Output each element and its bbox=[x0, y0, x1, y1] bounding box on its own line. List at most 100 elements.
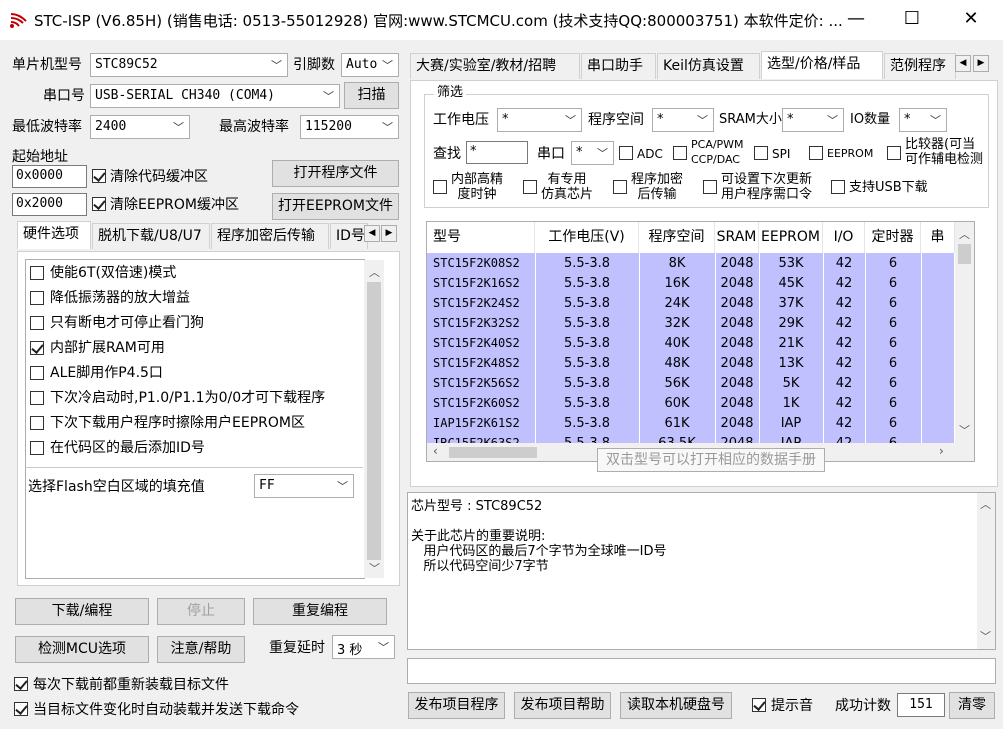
chevron-up-icon[interactable]: ︿ bbox=[977, 497, 994, 512]
open-eeprom-file-button[interactable]: 打开EEPROM文件 bbox=[272, 193, 399, 220]
sound-prompt-checkbox[interactable] bbox=[752, 698, 766, 712]
table-vscrollbar[interactable]: ︿ ﹀ bbox=[955, 222, 974, 443]
repeat-program-button[interactable]: 重复编程 bbox=[253, 598, 387, 625]
column-header[interactable]: I/O bbox=[823, 222, 865, 253]
table-row[interactable]: STC15F2K48S2 5.5-3.8 48K 2048 13K 42 6 bbox=[427, 353, 955, 373]
column-header[interactable]: 串 bbox=[921, 222, 955, 253]
eeprom-address-input[interactable]: 0x2000 bbox=[12, 193, 87, 216]
option-checkbox[interactable] bbox=[30, 366, 44, 380]
table-row[interactable]: STC15F2K60S2 5.5-3.8 60K 2048 1K 42 6 bbox=[427, 393, 955, 413]
max-baud-select[interactable]: 115200 ﹀ bbox=[300, 115, 399, 139]
min-baud-select[interactable]: 2400 ﹀ bbox=[90, 115, 190, 139]
tab-scroll-left-icon[interactable]: ◀ bbox=[955, 55, 971, 72]
auto-load-checkbox[interactable] bbox=[14, 702, 28, 716]
tab-scroll-right-icon[interactable]: ▶ bbox=[973, 55, 989, 72]
option-checkbox[interactable] bbox=[30, 316, 44, 330]
chevron-up-icon[interactable]: ︿ bbox=[956, 226, 973, 242]
check-mcu-options-button[interactable]: 检测MCU选项 bbox=[15, 636, 149, 663]
code-address-input[interactable]: 0x0000 bbox=[12, 165, 87, 188]
port-select[interactable]: USB-SERIAL CH340 (COM4) ﹀ bbox=[90, 84, 340, 108]
close-button[interactable]: ✕ bbox=[948, 0, 994, 40]
tab-competition[interactable]: 大赛/实验室/教材/招聘 bbox=[410, 53, 580, 79]
tab-id-number[interactable]: ID号 bbox=[330, 223, 368, 249]
tab-offline-download[interactable]: 脱机下载/U8/U7 bbox=[92, 223, 210, 249]
uart-filter-select[interactable]: * ﹀ bbox=[571, 141, 614, 165]
option-checkbox[interactable] bbox=[30, 391, 44, 405]
io-count-filter-select[interactable]: * ﹀ bbox=[899, 108, 947, 132]
scan-button[interactable]: 扫描 bbox=[344, 82, 399, 109]
chevron-down-icon[interactable]: ﹀ bbox=[956, 422, 973, 438]
table-row[interactable]: STC15F2K24S2 5.5-3.8 24K 2048 37K 42 6 bbox=[427, 293, 955, 313]
tab-keil-settings[interactable]: Keil仿真设置 bbox=[657, 53, 760, 79]
pca-pwm-checkbox[interactable] bbox=[673, 146, 687, 160]
precise-clock-checkbox[interactable] bbox=[433, 180, 447, 194]
column-header[interactable]: 工作电压(V) bbox=[535, 222, 639, 253]
comparator-checkbox[interactable] bbox=[887, 146, 901, 160]
chevron-down-icon[interactable]: ﹀ bbox=[366, 560, 383, 576]
download-program-button[interactable]: 下载/编程 bbox=[15, 598, 149, 625]
tab-examples[interactable]: 范例程序 bbox=[884, 53, 956, 79]
voltage-filter-select[interactable]: * ﹀ bbox=[497, 108, 582, 132]
table-row[interactable]: STC15F2K08S2 5.5-3.8 8K 2048 53K 42 6 bbox=[427, 253, 955, 273]
sram-filter-select[interactable]: * ﹀ bbox=[782, 108, 844, 132]
chevron-down-icon[interactable]: ﹀ bbox=[977, 629, 994, 644]
minimize-button[interactable]: — bbox=[833, 0, 879, 40]
eeprom-checkbox[interactable] bbox=[809, 146, 823, 160]
option-checkbox[interactable] bbox=[30, 441, 44, 455]
scrollbar-thumb[interactable] bbox=[449, 447, 537, 458]
option-checkbox[interactable] bbox=[30, 341, 44, 355]
reload-before-download-checkbox[interactable] bbox=[14, 677, 28, 691]
table-cell: 2048 bbox=[715, 273, 760, 293]
spi-checkbox[interactable] bbox=[754, 146, 768, 160]
usb-download-checkbox[interactable] bbox=[831, 180, 845, 194]
table-row[interactable]: STC15F2K32S2 5.5-3.8 32K 2048 29K 42 6 bbox=[427, 313, 955, 333]
notice-help-button[interactable]: 注意/帮助 bbox=[157, 636, 245, 663]
column-header[interactable]: 型号 bbox=[427, 222, 535, 253]
stop-button[interactable]: 停止 bbox=[157, 598, 245, 625]
clear-count-button[interactable]: 清零 bbox=[949, 692, 995, 719]
encrypted-transfer-checkbox[interactable] bbox=[613, 180, 627, 194]
fill-value-select[interactable]: FF ﹀ bbox=[254, 474, 354, 498]
search-input[interactable]: * bbox=[466, 141, 528, 164]
option-checkbox[interactable] bbox=[30, 416, 44, 430]
chevron-up-icon[interactable]: ︿ bbox=[366, 264, 383, 280]
column-header[interactable]: 程序空间 bbox=[639, 222, 715, 253]
chevron-left-icon[interactable]: ‹ bbox=[433, 444, 438, 458]
chip-info-textarea[interactable]: 芯片型号 : STC89C52 关于此芯片的重要说明: 用户代码区的最后7个字节… bbox=[407, 492, 996, 650]
mcu-model-select[interactable]: STC89C52 ﹀ bbox=[90, 53, 288, 77]
column-header[interactable]: 定时器 bbox=[865, 222, 921, 253]
tab-scroll-left-icon[interactable]: ◀ bbox=[364, 225, 380, 242]
tab-scroll-right-icon[interactable]: ▶ bbox=[381, 225, 397, 242]
table-row[interactable]: STC15F2K40S2 5.5-3.8 40K 2048 21K 42 6 bbox=[427, 333, 955, 353]
open-program-file-button[interactable]: 打开程序文件 bbox=[272, 160, 399, 187]
option-checkbox[interactable] bbox=[30, 291, 44, 305]
adc-checkbox[interactable] bbox=[619, 146, 633, 160]
clear-eeprom-buffer-checkbox[interactable] bbox=[92, 197, 106, 211]
column-header[interactable]: SRAM bbox=[715, 222, 759, 253]
maximize-button[interactable]: ☐ bbox=[889, 0, 935, 40]
read-disk-id-button[interactable]: 读取本机硬盘号 bbox=[620, 692, 732, 719]
option-checkbox[interactable] bbox=[30, 266, 44, 280]
table-row[interactable]: STC15F2K16S2 5.5-3.8 16K 2048 45K 42 6 bbox=[427, 273, 955, 293]
scrollbar-thumb[interactable] bbox=[367, 282, 381, 560]
repeat-delay-select[interactable]: 3 秒 ﹀ bbox=[332, 635, 395, 659]
options-scrollbar[interactable]: ︿ ﹀ bbox=[364, 260, 384, 578]
clear-code-buffer-checkbox[interactable] bbox=[92, 169, 106, 183]
table-row[interactable]: IRC15F2K63S2 5.5-3.8 63.5K 2048 IAP 42 6 bbox=[427, 433, 955, 443]
emulation-chip-checkbox[interactable] bbox=[523, 180, 537, 194]
table-row[interactable]: IAP15F2K61S2 5.5-3.8 61K 2048 IAP 42 6 bbox=[427, 413, 955, 433]
tab-encrypted-transfer[interactable]: 程序加密后传输 bbox=[211, 223, 329, 249]
info-scrollbar[interactable]: ︿ ﹀ bbox=[977, 493, 995, 649]
table-row[interactable]: STC15F2K56S2 5.5-3.8 56K 2048 5K 42 6 bbox=[427, 373, 955, 393]
tab-hardware-options[interactable]: 硬件选项 bbox=[17, 221, 91, 249]
column-header[interactable]: EEPROM bbox=[759, 222, 823, 253]
update-password-checkbox[interactable] bbox=[703, 180, 717, 194]
publish-program-button[interactable]: 发布项目程序 bbox=[408, 692, 505, 719]
chevron-right-icon[interactable]: › bbox=[939, 444, 944, 458]
publish-help-button[interactable]: 发布项目帮助 bbox=[514, 692, 611, 719]
tab-selection-price[interactable]: 选型/价格/样品 bbox=[761, 51, 883, 79]
program-space-filter-select[interactable]: * ﹀ bbox=[652, 108, 714, 132]
tab-serial-assistant[interactable]: 串口助手 bbox=[581, 53, 656, 79]
scrollbar-thumb[interactable] bbox=[958, 244, 971, 264]
pin-count-select[interactable]: Auto ﹀ bbox=[341, 53, 399, 77]
